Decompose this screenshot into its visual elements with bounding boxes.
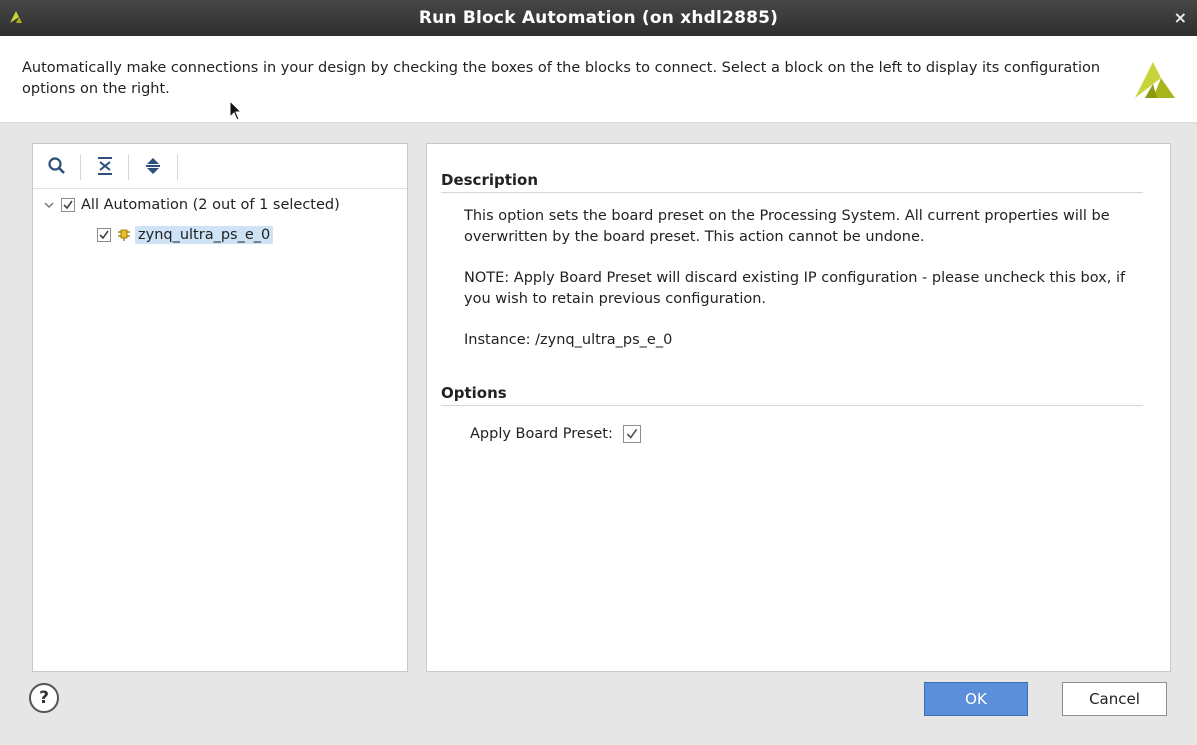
instance-text: Instance: /zynq_ultra_ps_e_0 [464,332,673,348]
cancel-button[interactable]: Cancel [1062,682,1167,716]
zynq-ultra-ps-checkbox[interactable] [97,228,111,242]
note-text: NOTE: Apply Board Preset will discard ex… [464,270,1126,307]
apply-board-preset-label: Apply Board Preset: [470,426,613,442]
title-bar: Run Block Automation (on xhdl2885) × [0,0,1197,36]
window-title: Run Block Automation (on xhdl2885) [418,8,779,28]
toolbar-divider [80,154,81,180]
tree-toolbar [33,144,407,189]
ip-block-icon [118,229,130,241]
tree-item-zynq-ultra-ps[interactable]: zynq_ultra_ps_e_0 [97,223,274,247]
tree-item-label: zynq_ultra_ps_e_0 [135,226,274,244]
chevron-down-icon[interactable] [43,199,55,211]
help-button[interactable]: ? [29,683,59,713]
toolbar-divider [177,154,178,180]
expand-all-icon[interactable] [141,154,165,178]
mouse-cursor-icon [229,100,243,121]
apply-board-preset-checkbox[interactable] [622,425,641,443]
description-heading: Description [441,171,1143,193]
ok-button[interactable]: OK [924,682,1028,716]
dialog-header: Automatically make connections in your d… [0,36,1197,123]
header-description: Automatically make connections in your d… [22,60,1101,97]
close-icon[interactable]: × [1174,8,1187,27]
configuration-panel: Description This option sets the board p… [426,143,1171,672]
toolbar-divider [128,154,129,180]
vivado-logo-icon [1135,62,1175,98]
tree-item-all-automation[interactable]: All Automation (2 out of 1 selected) [43,193,340,217]
apply-board-preset-row: Apply Board Preset: [470,425,647,443]
all-automation-checkbox[interactable] [61,198,75,212]
automation-tree-panel: All Automation (2 out of 1 selected) zyn… [32,143,408,672]
options-heading: Options [441,384,1143,406]
tree-item-label: All Automation (2 out of 1 selected) [81,197,340,213]
collapse-all-icon[interactable] [93,154,117,178]
search-icon[interactable] [45,154,69,178]
description-text: This option sets the board preset on the… [464,208,1110,245]
